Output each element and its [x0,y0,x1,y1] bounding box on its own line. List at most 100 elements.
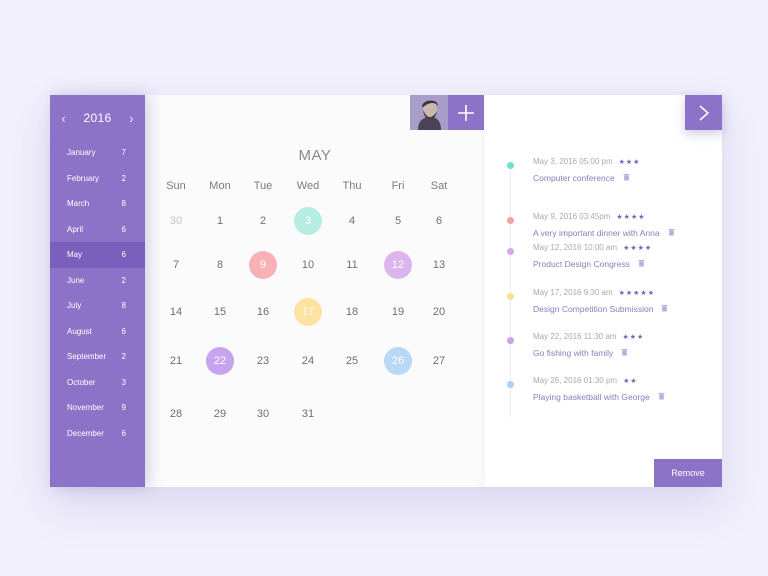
calendar-day[interactable]: 2 [249,207,277,235]
calendar-day[interactable]: 10 [294,251,322,279]
calendar-day[interactable]: 19 [384,298,412,326]
calendar-day[interactable]: 4 [338,207,366,235]
calendar-day[interactable]: 31 [294,400,322,428]
trash-icon[interactable] [661,305,668,314]
calendar-day[interactable]: 26 [384,347,412,375]
calendar-day[interactable]: 29 [206,400,234,428]
chevron-right-icon [699,104,709,121]
calendar-day[interactable]: 11 [338,251,366,279]
calendar-day[interactable]: 3 [294,207,322,235]
weekday-label: Fri [391,180,405,192]
calendar-day[interactable]: 22 [206,347,234,375]
month-name: October [67,377,96,387]
next-year-icon[interactable]: › [123,111,139,126]
calendar-day[interactable]: 6 [425,207,453,235]
trash-icon[interactable] [621,349,628,358]
calendar-day[interactable]: 28 [162,400,190,428]
remove-button[interactable]: Remove [654,459,722,487]
trash-icon[interactable] [668,229,675,238]
weekday-label: Mon [209,180,231,192]
sidebar-item-september[interactable]: September 2 [50,344,145,370]
event-date-row: May 17, 2016 9:30 am ★★★★★ [533,288,655,297]
calendar-day[interactable]: 13 [425,251,453,279]
add-event-button[interactable] [448,95,484,130]
trash-icon[interactable] [623,174,630,183]
month-count: 2 [121,352,126,362]
month-count: 8 [121,199,126,209]
sidebar-item-october[interactable]: October 3 [50,370,145,396]
calendar-day[interactable]: 30 [249,400,277,428]
month-count: 6 [121,250,126,260]
weekday-label: Wed [296,180,320,192]
calendar-day[interactable]: 16 [249,298,277,326]
event-rating: ★★★★ [623,245,653,252]
sidebar-item-july[interactable]: July 8 [50,293,145,319]
sidebar-item-december[interactable]: December 6 [50,421,145,447]
calendar-day[interactable]: 20 [425,298,453,326]
month-name: August [67,326,92,336]
sidebar-item-april[interactable]: April 6 [50,217,145,243]
sidebar-item-march[interactable]: March 8 [50,191,145,217]
event-date-row: May 3, 2016 05:00 pm ★★★ [533,157,640,166]
calendar-day[interactable]: 18 [338,298,366,326]
calendar-day[interactable]: 9 [249,251,277,279]
calendar-day[interactable]: 27 [425,347,453,375]
month-name: July [67,301,82,311]
prev-year-icon[interactable]: ‹ [56,111,72,126]
event-title: Computer conference [533,173,615,183]
month-count: 3 [121,377,126,387]
month-name: December [67,428,104,438]
sidebar-item-june[interactable]: June 2 [50,268,145,294]
event-rating: ★★★★ [616,214,646,221]
calendar-day[interactable]: 23 [249,347,277,375]
month-count: 6 [121,326,126,336]
calendar-day[interactable]: 14 [162,298,190,326]
timeline-line [510,163,511,418]
month-name: January [67,148,96,158]
weekday-label: Sat [430,180,448,192]
trash-icon[interactable] [638,260,645,269]
event-title-row: Product Design Congress [533,259,645,269]
event-title: Design Competition Submission [533,304,654,314]
month-name: September [67,352,107,362]
calendar-day[interactable]: 30 [162,207,190,235]
event-rating: ★★★ [622,334,645,341]
sidebar-item-february[interactable]: February 2 [50,166,145,192]
event-date: May 22, 2016 11:30 am [533,332,617,341]
event-date-row: May 9, 2016 03:45pm ★★★★ [533,212,646,221]
event-date: May 9, 2016 03:45pm [533,212,611,221]
month-list: January 7 February 2 March 8 April 6 May 6 June 2 Ju… [50,140,145,446]
calendar-day[interactable]: 15 [206,298,234,326]
event-title-row: A very important dinner with Anna [533,228,675,238]
event-dot [507,293,514,300]
calendar-day[interactable]: 7 [162,251,190,279]
calendar-day[interactable]: 21 [162,347,190,375]
event-date: May 17, 2016 9:30 am [533,288,613,297]
calendar-day[interactable]: 25 [338,347,366,375]
month-name: April [67,224,84,234]
month-name: May [67,250,83,260]
calendar-day[interactable]: 1 [206,207,234,235]
event-title-row: Design Competition Submission [533,304,668,314]
calendar-day[interactable]: 12 [384,251,412,279]
user-avatar[interactable] [410,95,448,130]
month-count: 7 [121,148,126,158]
calendar-day[interactable]: 24 [294,347,322,375]
year-selector: ‹ 2016 › [50,109,145,127]
calendar-day[interactable]: 5 [384,207,412,235]
month-name: March [67,199,90,209]
sidebar-item-august[interactable]: August 6 [50,319,145,345]
next-button[interactable] [685,95,722,130]
event-date: May 3, 2016 05:00 pm [533,157,613,166]
trash-icon[interactable] [658,393,665,402]
month-count: 2 [121,275,126,285]
calendar-day[interactable]: 8 [206,251,234,279]
event-dot [507,217,514,224]
calendar-day[interactable]: 17 [294,298,322,326]
month-name: June [67,275,85,285]
sidebar-item-november[interactable]: November 9 [50,395,145,421]
sidebar-item-january[interactable]: January 7 [50,140,145,166]
event-rating: ★★★ [618,159,641,166]
month-count: 8 [121,301,126,311]
sidebar-item-may[interactable]: May 6 [50,242,145,268]
